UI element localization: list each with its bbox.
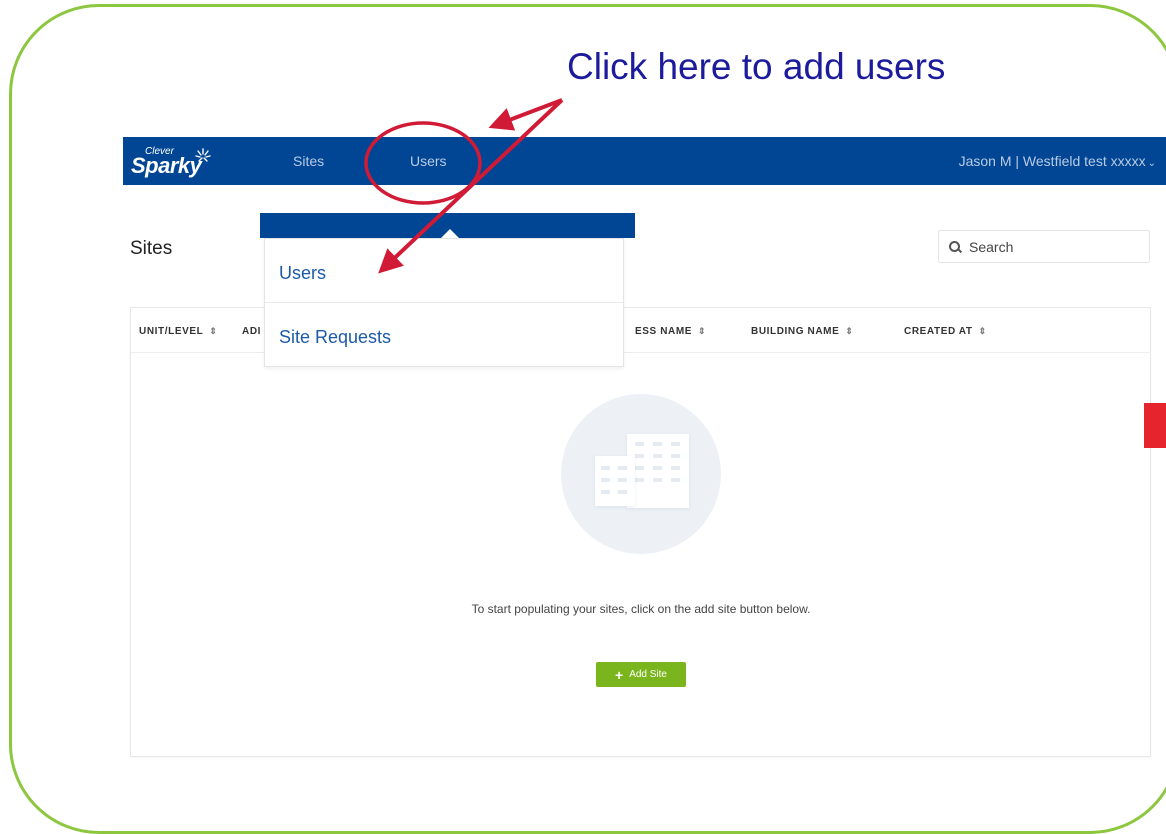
annotation-arrow-upper: [488, 98, 563, 131]
annotation-overlay: [364, 98, 564, 274]
